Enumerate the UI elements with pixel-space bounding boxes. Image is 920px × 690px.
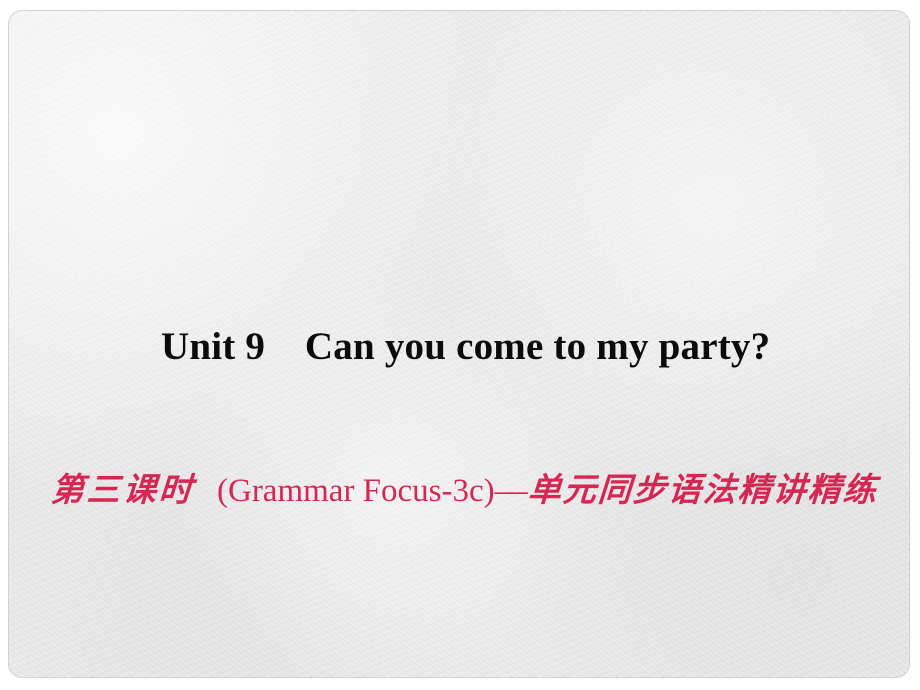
subtitle-description-label: 单元同步语法精讲精练: [526, 470, 880, 509]
page-title: Unit 9 Can you come to my party?: [161, 325, 771, 368]
subtitle-grammar-focus-label: (Grammar Focus-3c)—: [217, 473, 528, 509]
slide-canvas: Unit 9 Can you come to my party? 第三课时 (Gr…: [8, 10, 910, 678]
subtitle-block: 第三课时 (Grammar Focus-3c)—单元同步语法精讲精练: [49, 470, 880, 511]
subtitle-lesson-label: 第三课时: [49, 470, 197, 509]
title-block: Unit 9 Can you come to my party?: [161, 324, 770, 370]
